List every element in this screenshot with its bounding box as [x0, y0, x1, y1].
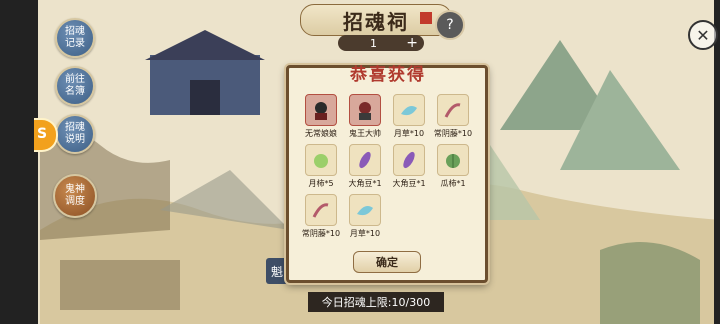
- daily-limit-bar: 今日招魂上限:10/300: [308, 292, 444, 312]
- persimmon-icon: [305, 144, 337, 176]
- ghost-lady-icon: [305, 94, 337, 126]
- reward-name: 月草*10: [393, 129, 425, 138]
- vine-icon: [305, 194, 337, 226]
- reward-name: 瓜柿*1: [440, 179, 466, 188]
- confirm-button[interactable]: 确定: [353, 251, 421, 273]
- reward-name: 月草*10: [349, 229, 381, 238]
- close-icon[interactable]: ✕: [688, 20, 718, 50]
- reward-name: 鬼王大帅: [349, 129, 381, 138]
- reward-name: 无常娘娘: [305, 129, 337, 138]
- reward-item[interactable]: 月草*10: [389, 94, 429, 140]
- moon-grass-icon: [349, 194, 381, 226]
- reward-item[interactable]: 月柿*5: [301, 144, 341, 190]
- bean-icon: [393, 144, 425, 176]
- scene-tab-label: 魁: [270, 264, 283, 279]
- page-title: 招魂祠: [343, 9, 409, 34]
- reward-item[interactable]: 瓜柿*1: [433, 144, 473, 190]
- goto-register-label: 前往名簿: [65, 74, 85, 97]
- reward-grid: 无常娘娘 鬼王大帅 月草*10 常阴藤*10 月柿*5 大角豆*1 大角豆*1 …: [301, 94, 473, 246]
- dialog-header: 恭喜获得: [329, 60, 447, 85]
- counter-value: 1: [370, 36, 377, 50]
- plus-button[interactable]: +: [406, 35, 418, 51]
- reward-item[interactable]: 大角豆*1: [345, 144, 385, 190]
- summon-info-label: 招魂说明: [65, 122, 85, 145]
- reward-item[interactable]: 月草*10: [345, 194, 385, 240]
- reward-item[interactable]: 鬼王大帅: [345, 94, 385, 140]
- reward-item[interactable]: 无常娘娘: [301, 94, 341, 140]
- summon-info-button[interactable]: 招魂说明: [55, 114, 95, 154]
- game-scene: 招魂记录 前往名簿 招魂说明 鬼神调度 S 招魂祠 ? 1 + ✕ 魁 恭喜获得…: [0, 0, 720, 324]
- reward-item[interactable]: 常阴藤*10: [433, 94, 473, 140]
- daily-limit-text: 今日招魂上限:10/300: [321, 296, 431, 309]
- reward-name: 常阴藤*10: [433, 129, 473, 138]
- seal-icon: [420, 12, 432, 24]
- reward-name: 月柿*5: [308, 179, 334, 188]
- spirit-dispatch-button[interactable]: 鬼神调度: [53, 174, 97, 218]
- coin-icon: S: [37, 126, 48, 142]
- right-edge-shadow: [714, 0, 720, 324]
- bean-icon: [349, 144, 381, 176]
- summon-record-label: 招魂记录: [65, 26, 85, 49]
- reward-name: 常阴藤*10: [301, 229, 341, 238]
- goto-register-button[interactable]: 前往名簿: [55, 66, 95, 106]
- reward-item[interactable]: 大角豆*1: [389, 144, 429, 190]
- scene-tab[interactable]: 魁: [266, 258, 288, 284]
- reward-name: 大角豆*1: [348, 179, 382, 188]
- vine-icon: [437, 94, 469, 126]
- summon-record-button[interactable]: 招魂记录: [55, 18, 95, 58]
- reward-name: 大角豆*1: [392, 179, 426, 188]
- reward-dialog: 恭喜获得 无常娘娘 鬼王大帅 月草*10 常阴藤*10 月柿*5 大角豆*1 大…: [286, 65, 488, 283]
- moon-grass-icon: [393, 94, 425, 126]
- reward-item[interactable]: 常阴藤*10: [301, 194, 341, 240]
- summon-counter: 1 +: [338, 35, 424, 51]
- ghost-king-icon: [349, 94, 381, 126]
- spirit-dispatch-label: 鬼神调度: [65, 184, 85, 207]
- dialog-title: 恭喜获得: [350, 64, 426, 85]
- melon-icon: [437, 144, 469, 176]
- left-edge-shadow: [0, 0, 38, 324]
- help-icon[interactable]: ?: [435, 10, 465, 40]
